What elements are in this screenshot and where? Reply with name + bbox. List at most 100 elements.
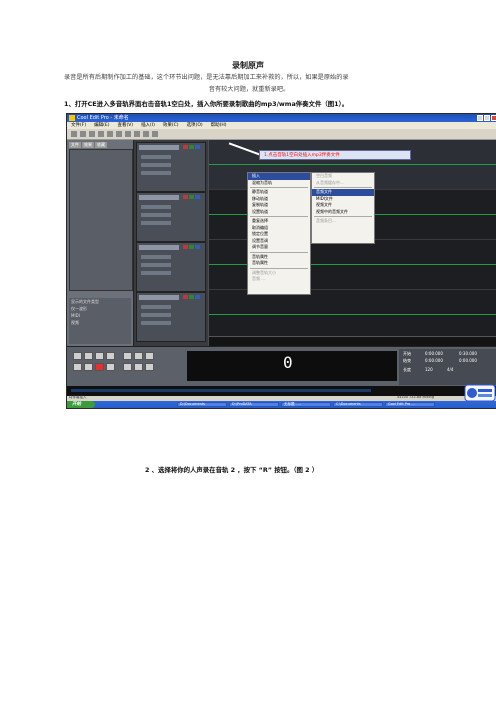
track-toggle-button[interactable] [189,295,194,299]
file-type-option[interactable]: MIDI [69,312,131,319]
end-label: 结束 [403,358,411,363]
callout-box: 1.点击音轨1空白处插入mp3伴奏文件 [259,150,411,160]
toolbar-button-icon[interactable] [116,131,122,137]
menu-item[interactable]: 插入(I) [141,122,155,129]
track-toggle-button[interactable] [183,195,188,199]
context-menu-item[interactable]: 混缩为音轨 [248,180,310,187]
zoom-button-icon[interactable] [145,363,154,371]
play-icon[interactable] [84,352,93,360]
menu-item[interactable]: 文件(F) [71,122,86,129]
track-setting-field[interactable] [141,313,171,317]
start-button[interactable]: 开始 [67,401,95,408]
track-header[interactable] [136,292,206,342]
context-menu-item[interactable]: 视频中的音频文件 [312,209,374,216]
zoom-button-icon[interactable] [145,352,154,360]
track-header[interactable] [136,142,206,192]
zoom-button-icon[interactable] [134,363,143,371]
toolbar-button-icon[interactable] [134,131,140,137]
rewind-icon[interactable] [73,363,82,371]
track-header[interactable] [136,242,206,292]
toolbar-button-icon[interactable] [152,131,158,137]
ffwd-icon[interactable] [84,363,93,371]
context-menu-item[interactable]: 音轨属性 [248,260,310,267]
file-list[interactable] [69,149,133,291]
track-header[interactable] [136,192,206,242]
track-toggle-button[interactable] [189,195,194,199]
context-menu-item[interactable]: 设置轨道 [248,209,310,216]
track-setting-field[interactable] [141,263,171,267]
cool-edit-screenshot: Cool Edit Pro - 未命名 文件(F) 编辑(E) 查看(V) 插入(I)… [66,113,496,409]
track-toggle-button[interactable] [195,145,200,149]
track-setting-field[interactable] [141,171,171,175]
track-setting-field[interactable] [141,321,171,325]
zoom-button-icon[interactable] [123,352,132,360]
track-setting-field[interactable] [141,163,171,167]
track-setting-field[interactable] [141,213,171,217]
track-lane[interactable] [209,290,496,340]
menu-separator [314,216,372,217]
menu-item[interactable]: 效果(C) [163,122,179,129]
file-type-option[interactable]: 仅一波形 [69,305,131,312]
track-toggle-button[interactable] [195,195,200,199]
organizer-tab[interactable]: 效果 [82,142,94,148]
menu-item[interactable]: 编辑(E) [94,122,109,129]
track-toggle-button[interactable] [189,145,194,149]
track-toggle-button[interactable] [183,245,188,249]
track-name-field[interactable] [139,145,179,150]
taskbar-item[interactable]: 无标题 - ... [281,402,331,407]
toolbar-button-icon[interactable] [125,131,131,137]
track-name-field[interactable] [139,195,179,200]
start-label: 开始 [72,402,81,407]
context-menu-item[interactable]: 调节音量 [248,244,310,251]
track-setting-field[interactable] [141,305,171,309]
file-type-option[interactable]: 视频 [69,319,131,326]
menu-item[interactable]: 帮助(H) [211,122,227,129]
toolbar-button-icon[interactable] [143,131,149,137]
zoom-button-icon[interactable] [134,352,143,360]
loop-icon[interactable] [106,352,115,360]
sel-begin-value: 0:00.000 [425,351,443,356]
taskbar-item[interactable]: D:\ProDATA [229,402,279,407]
taskbar-item[interactable]: D:\Documents [177,402,227,407]
pause-icon[interactable] [95,352,104,360]
toolbar-button-icon[interactable] [71,131,77,137]
record-icon[interactable] [95,363,104,371]
track-toggle-button[interactable] [189,245,194,249]
track-toggle-button[interactable] [183,145,188,149]
track-setting-field[interactable] [141,255,171,259]
context-menu-item: 从音频缓存中... [316,179,344,185]
toolbar-button-icon[interactable] [98,131,104,137]
track-name-field[interactable] [139,295,179,300]
menu-item[interactable]: 查看(V) [117,122,133,129]
close-button[interactable] [491,115,496,121]
skip-icon[interactable] [106,363,115,371]
minimize-button[interactable] [477,115,483,121]
track-toggle-button[interactable] [195,295,200,299]
file-type-option[interactable]: 显示的文件类型 [69,298,131,305]
taskbar-item[interactable]: Cool Edit Pro ... [385,402,435,407]
track-setting-field[interactable] [141,221,171,225]
zoom-button-icon[interactable] [123,363,132,371]
selection-info: 开始 0:00.000 0:30.000 结束 0:00.000 0:00.00… [399,349,496,385]
length-label: 长度 [403,367,411,372]
toolbar-button-icon[interactable] [80,131,86,137]
track-name-field[interactable] [139,245,179,250]
step1-heading: 1、打开CE进入多音轨界面右击音轨1空白处，插入你所要录制歌曲的mp3/wma伴… [64,100,349,108]
time-display: 0 [187,351,397,381]
intro-paragraph-line1: 录音是所有后期制作加工的基础，这个环节出问题，是无法靠后期加工来补救的，所以，如… [64,74,349,81]
track-setting-field[interactable] [141,205,171,209]
track-setting-field[interactable] [141,155,171,159]
toolbar-button-icon[interactable] [89,131,95,137]
track-toggle-button[interactable] [183,295,188,299]
toolbar-button-icon[interactable] [107,131,113,137]
stop-icon[interactable] [73,352,82,360]
window-title: Cool Edit Pro - 未命名 [77,115,129,121]
organizer-tab[interactable]: 文件 [69,142,81,148]
menu-item[interactable]: 选项(O) [187,122,203,129]
track-setting-field[interactable] [141,271,171,275]
volume-envelope [209,314,496,315]
taskbar-item[interactable]: C:\Documents [333,402,383,407]
maximize-button[interactable] [484,115,490,121]
track-toggle-button[interactable] [195,245,200,249]
organizer-tab[interactable]: 收藏 [95,142,107,148]
